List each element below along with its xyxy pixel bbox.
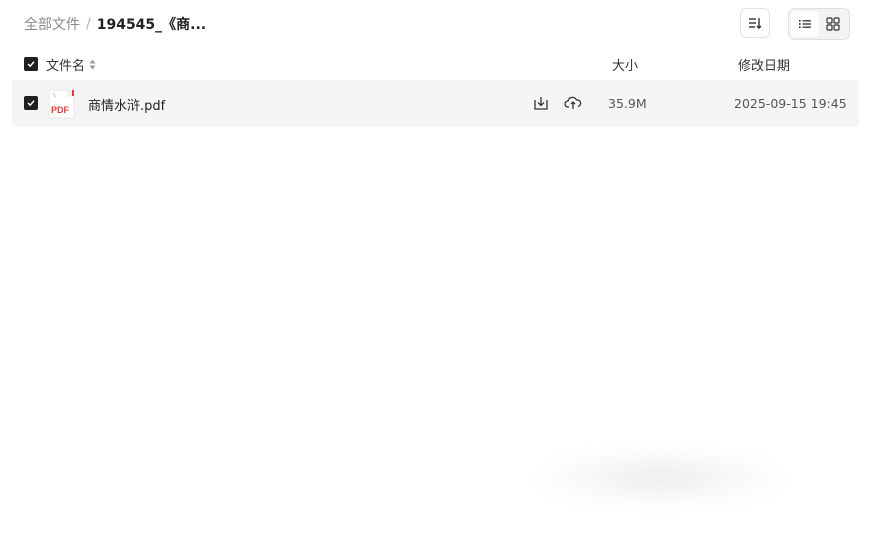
list-view-button[interactable] <box>791 11 819 37</box>
checkmark-icon <box>27 100 35 107</box>
grid-view-icon <box>826 17 840 31</box>
file-name-link[interactable]: 商情水浒.pdf <box>88 95 165 114</box>
breadcrumb-root[interactable]: 全部文件 <box>24 14 80 34</box>
blurred-overlay <box>530 445 790 510</box>
row-checkbox[interactable] <box>24 96 38 110</box>
breadcrumb-current[interactable]: 194545_《商... <box>97 14 206 34</box>
file-modified-date: 2025-09-15 19:45 <box>734 96 847 111</box>
svg-text:PDF: PDF <box>51 105 70 115</box>
checkmark-icon <box>27 61 35 68</box>
sort-icon <box>749 18 762 29</box>
grid-view-button[interactable] <box>819 11 847 37</box>
file-size: 35.9M <box>608 96 647 111</box>
sort-toggle-icon <box>89 59 96 70</box>
column-header-date[interactable]: 修改日期 <box>738 55 790 74</box>
breadcrumb-separator: / <box>86 16 91 32</box>
select-all-checkbox[interactable] <box>24 57 38 71</box>
list-view-icon <box>799 20 811 28</box>
table-row[interactable]: PDF 商情水浒.pdf 35.9M 2025-09-15 19:45 <box>12 80 859 127</box>
table-header: 文件名 大小 修改日期 <box>0 52 874 76</box>
file-browser: 全部文件 / 194545_《商... 文件名 大小 修改日期 PDF 商情水浒… <box>0 0 874 538</box>
breadcrumb: 全部文件 / 194545_《商... <box>24 14 206 34</box>
column-header-name[interactable]: 文件名 <box>46 55 96 74</box>
column-header-size[interactable]: 大小 <box>612 55 638 74</box>
cloud-save-icon[interactable] <box>564 94 582 112</box>
download-icon[interactable] <box>532 94 550 112</box>
sort-button[interactable] <box>740 8 770 38</box>
column-name-label: 文件名 <box>46 59 86 74</box>
pdf-file-icon: PDF <box>48 89 75 119</box>
view-toggle <box>788 8 850 40</box>
